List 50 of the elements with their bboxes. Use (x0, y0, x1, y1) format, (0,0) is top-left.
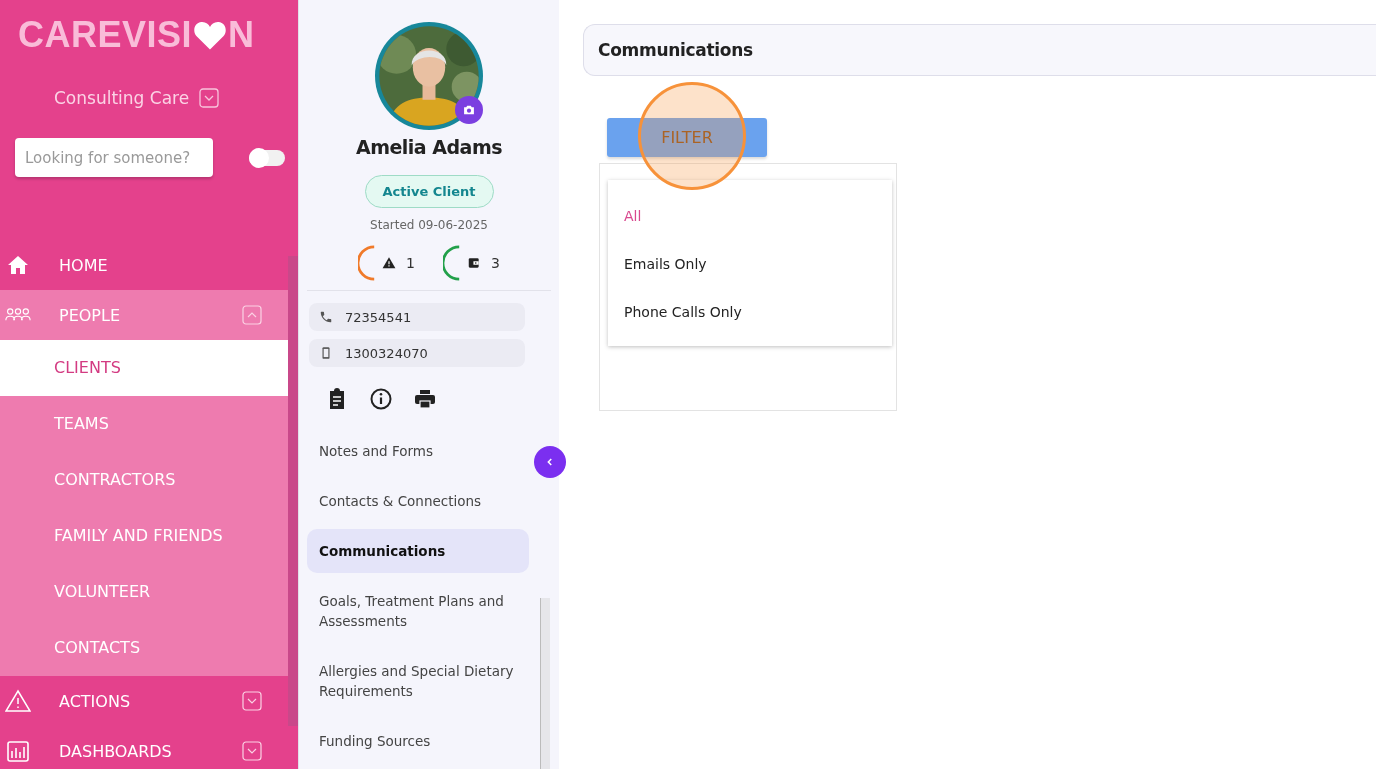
camera-icon (462, 103, 476, 117)
logo-text: N (228, 14, 255, 56)
logo-text: CAREVISI (18, 14, 193, 56)
menu-item[interactable]: Notes and Forms (307, 429, 529, 473)
client-name: Amelia Adams (355, 136, 503, 158)
printer-icon[interactable] (413, 387, 437, 411)
page-title: Communications (598, 40, 753, 60)
filter-option[interactable]: Emails Only (608, 240, 892, 288)
nav-subitem[interactable]: TEAMS (0, 396, 288, 452)
phone-field: 72354541 (309, 303, 525, 331)
menu-item[interactable]: Funding Sources (307, 719, 529, 763)
heart-icon (193, 19, 228, 51)
nav-subitem[interactable]: CONTRACTORS (0, 452, 288, 508)
search-field[interactable]: Looking for someone? (15, 138, 213, 177)
nav-item[interactable]: ACTIONS (0, 676, 288, 726)
chevron-up-icon (242, 305, 262, 325)
menu-item[interactable]: Communications (307, 529, 529, 573)
filter-option[interactable]: All (608, 192, 892, 240)
nav-subitem[interactable]: CLIENTS (0, 340, 288, 396)
menu-item[interactable]: Goals, Treatment Plans and Assessments (307, 579, 529, 643)
status-badge: Active Client (364, 175, 494, 208)
start-date: Started 09-06-2025 (370, 218, 488, 232)
warning-icon (5, 689, 31, 713)
counter-value: 1 (406, 255, 415, 271)
warning-icon (382, 256, 397, 270)
nav-subitem[interactable]: CONTACTS (0, 620, 288, 676)
phone-field: 1300324070 (309, 339, 525, 367)
chevron-down-icon (242, 691, 262, 711)
filter-option[interactable]: Phone Calls Only (608, 288, 892, 336)
scrollbar[interactable] (540, 598, 550, 769)
camera-button[interactable] (455, 96, 483, 124)
menu-item[interactable]: Allergies and Special Dietary Requirements (307, 649, 529, 713)
nav-item[interactable]: DASHBOARDS (0, 726, 288, 769)
nav-item[interactable]: HOME (0, 240, 288, 290)
scrollbar[interactable] (288, 256, 298, 726)
chart-icon (5, 739, 31, 763)
nav-subitem[interactable]: VOLUNTEER (0, 564, 288, 620)
nav-item[interactable]: PEOPLE (0, 290, 288, 340)
info-icon[interactable] (369, 387, 393, 411)
collapse-button[interactable] (534, 446, 566, 478)
menu-item[interactable]: Contacts & Connections (307, 479, 529, 523)
wallet-icon (467, 256, 481, 270)
organisation-name: Consulting Care (54, 88, 190, 108)
chevron-down-icon[interactable] (199, 88, 220, 108)
chevron-left-icon (545, 457, 555, 467)
counter-value: 3 (491, 255, 500, 271)
chevron-down-icon (242, 741, 262, 761)
phone-icon (319, 310, 333, 324)
nav-subitem[interactable]: FAMILY AND FRIENDS (0, 508, 288, 564)
toggle-switch[interactable] (249, 149, 285, 166)
